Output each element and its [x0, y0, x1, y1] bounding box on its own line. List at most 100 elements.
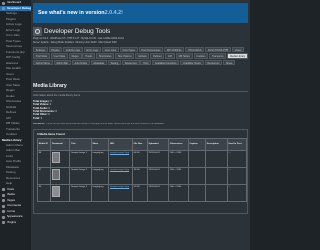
sidebar-item-admin-menu[interactable]: Admin Menu: [0, 143, 31, 148]
tab-media-library[interactable]: Media Library: [227, 53, 248, 59]
tab-transients[interactable]: Transients: [209, 53, 227, 59]
sidebar-item-label: Site Health: [6, 67, 21, 71]
sidebar-item-resources[interactable]: Resources: [0, 176, 31, 181]
sidebar-item-db-tables[interactable]: DB Tables: [0, 122, 31, 127]
tab-htaccess[interactable]: HTACCESS: [185, 47, 205, 53]
cell-uploaded: 2024-04-01: [146, 149, 170, 168]
sidebar-item-functions-php[interactable]: Functions.php: [0, 50, 31, 55]
tab-help[interactable]: Help: [140, 59, 152, 65]
tab-admin-menu[interactable]: Admin Menu: [33, 59, 53, 65]
sidebar-item-error-logs[interactable]: Error Logs: [0, 28, 31, 33]
sidebar-item-plugins[interactable]: Plugins: [0, 17, 31, 22]
sidebar-item-api[interactable]: API: [0, 116, 31, 121]
sidebar-item-regex[interactable]: Regex: [0, 89, 31, 94]
sidebar-item-media-library[interactable]: Media Library: [0, 138, 31, 143]
sidebar-item-metadata[interactable]: Metadata: [0, 165, 31, 170]
sidebar-item-label: Active Logs: [6, 23, 22, 27]
sidebar-item-active-logs[interactable]: Active Logs: [0, 23, 31, 28]
sidebar-item-dashboard[interactable]: Dashboard: [0, 1, 31, 6]
tab-functions-php[interactable]: FUNCTIONS.PHP: [205, 47, 232, 53]
media-url-link[interactable]: sample-image-3.jpg: [110, 186, 129, 188]
tab-cron-jobs[interactable]: Cron Jobs: [101, 47, 119, 53]
sidebar-item-wp-config[interactable]: WP Config: [0, 56, 31, 61]
sidebar-item-appearance[interactable]: Appearance: [0, 215, 31, 220]
sidebar-item-label: Media Library: [2, 138, 22, 142]
media-thumbnail[interactable]: [51, 168, 60, 180]
cell-caption: [187, 166, 206, 185]
tab-available-hooks[interactable]: Available Hooks: [180, 59, 204, 65]
sidebar-item-label: Post Types: [6, 39, 21, 43]
cell-mime: image/jpeg: [90, 149, 110, 168]
tab-post-meta[interactable]: Post Meta: [33, 53, 50, 59]
tab-resources[interactable]: Resources: [122, 59, 140, 65]
tab-api[interactable]: API: [165, 53, 175, 59]
tab-post-taxonomies[interactable]: Post Taxonomies: [138, 47, 164, 53]
tab-activity-logs[interactable]: Activity Logs: [63, 47, 83, 53]
tab-wp-config[interactable]: WP-CONFIG: [164, 47, 185, 53]
section-description: Information about the media library item…: [33, 94, 81, 98]
sidebar-item-site-health[interactable]: Site Health: [0, 67, 31, 72]
sidebar-item-post-types[interactable]: Post Types: [0, 39, 31, 44]
tab-metadata[interactable]: Metadata: [90, 59, 107, 65]
sidebar-item-htaccess[interactable]: Htaccess: [0, 61, 31, 66]
cell-mime: image/jpeg: [90, 166, 110, 185]
tab-shortcodes[interactable]: Shortcodes: [96, 53, 115, 59]
tab-post-types[interactable]: Post Types: [119, 47, 138, 53]
sidebar-item-plugins[interactable]: Plugins: [0, 220, 31, 225]
disclaimer-note: Disclaimer: There can be more items than…: [33, 123, 248, 126]
tab-testing[interactable]: Testing: [107, 59, 122, 65]
tab-regex[interactable]: Regex: [68, 53, 82, 59]
tab-db-tables[interactable]: DB Tables: [175, 53, 193, 59]
tab-plugins[interactable]: Plugins: [48, 47, 63, 53]
sidebar-item-globals[interactable]: Globals: [0, 105, 31, 110]
sidebar-item-help[interactable]: Help: [0, 182, 31, 187]
sidebar-item-forms[interactable]: Forms: [0, 209, 31, 214]
tab-resources[interactable]: Resources: [204, 59, 223, 65]
cell-dimensions: 960 × 1280: [168, 183, 189, 202]
tab-user-meta[interactable]: User Meta: [50, 53, 68, 59]
sidebar-item-testing[interactable]: Testing: [0, 171, 31, 176]
sidebar-item-label: User Meta: [6, 83, 20, 87]
tab-error-logs[interactable]: Error Logs: [83, 47, 102, 53]
sidebar-item-defines[interactable]: Defines: [0, 111, 31, 116]
sidebar-item-label: Regex: [6, 89, 15, 93]
tab-users[interactable]: Users: [232, 47, 245, 53]
sidebar-item-post-meta[interactable]: Post Meta: [0, 78, 31, 83]
tab-admin-bar[interactable]: Admin Bar: [53, 59, 71, 65]
media-thumbnail[interactable]: [51, 151, 60, 163]
notice-version-link[interactable]: 2.0.4.2!: [105, 10, 123, 16]
sidebar-item-posts[interactable]: Posts: [0, 187, 31, 192]
sidebar-item-developer-debug-tools[interactable]: Developer Debug Tools: [0, 6, 31, 11]
tab-site-options[interactable]: Site Options: [115, 53, 135, 59]
tab-available-functions[interactable]: Available Functions: [152, 59, 180, 65]
sidebar-item-transients[interactable]: Transients: [0, 127, 31, 132]
sidebar-item-admin-bar[interactable]: Admin Bar: [0, 149, 31, 154]
sidebar-item-label: Pages: [6, 198, 16, 202]
sidebar-item-auto-drafts[interactable]: Auto Drafts: [0, 160, 31, 165]
tab-cookies[interactable]: Cookies: [193, 53, 209, 59]
media-thumbnail[interactable]: [51, 185, 60, 197]
sidebar-item-comments[interactable]: Comments: [0, 204, 31, 209]
sidebar-item-taxonomies[interactable]: Taxonomies: [0, 45, 31, 50]
tab-globals[interactable]: Globals: [135, 53, 150, 59]
sidebar-item-user-meta[interactable]: User Meta: [0, 83, 31, 88]
tab-settings[interactable]: Settings: [33, 47, 48, 53]
sidebar-item-settings[interactable]: Settings: [0, 12, 31, 17]
sidebar-item-label: Links: [6, 154, 14, 158]
tab-defines[interactable]: Defines: [150, 53, 165, 59]
cell-url: sample-image-1.jpg: [108, 149, 133, 168]
sidebar-item-media[interactable]: Media: [0, 193, 31, 198]
sidebar-item-links[interactable]: Links: [0, 154, 31, 159]
table-row: 86 Sample Image 3 image/jpeg sample-image-3…: [37, 183, 248, 202]
tab-hooks[interactable]: Hooks: [82, 53, 96, 59]
sidebar-item-hooks[interactable]: Hooks: [0, 94, 31, 99]
tab-about[interactable]: About: [223, 59, 236, 65]
media-url-link[interactable]: sample-image-2.jpg: [110, 169, 129, 171]
tab-auto-drafts[interactable]: Auto Drafts: [71, 59, 90, 65]
sidebar-item-cookies[interactable]: Cookies: [0, 133, 31, 138]
sidebar-item-pages[interactable]: Pages: [0, 198, 31, 203]
sidebar-item-users[interactable]: Users: [0, 72, 31, 77]
sidebar-item-shortcodes[interactable]: Shortcodes: [0, 100, 31, 105]
media-url-link[interactable]: sample-image-1.jpg: [110, 152, 129, 154]
sidebar-item-cron-jobs[interactable]: Cron Jobs: [0, 34, 31, 39]
